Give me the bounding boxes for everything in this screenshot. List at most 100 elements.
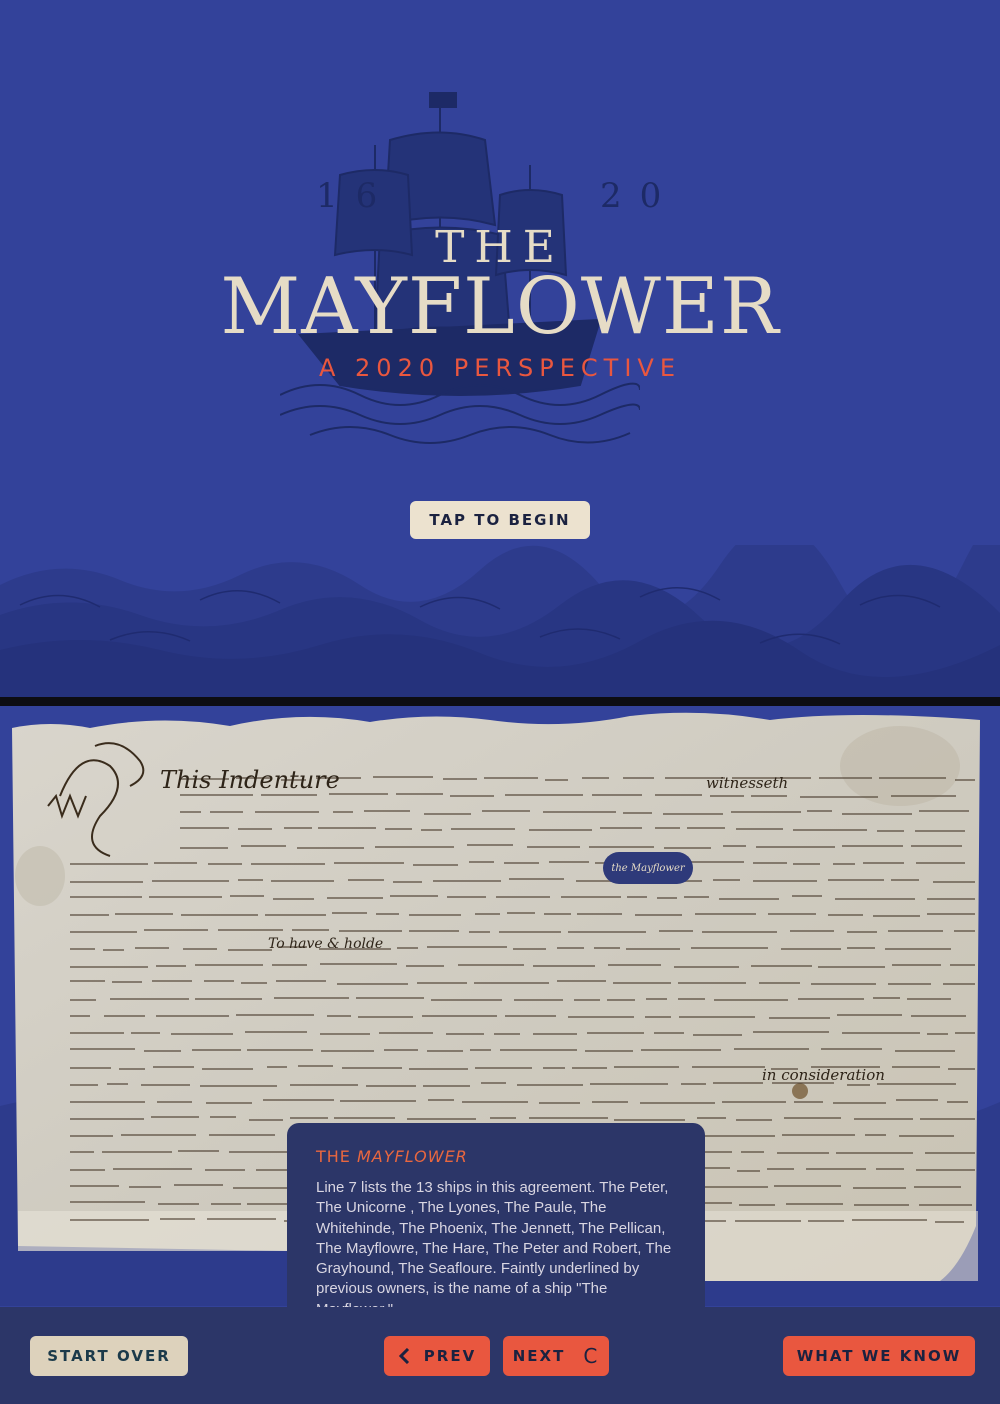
handwriting-stroke xyxy=(841,1031,921,1034)
handwriting-stroke xyxy=(152,1065,194,1068)
handwriting-stroke xyxy=(408,930,459,933)
handwriting-stroke xyxy=(131,1031,160,1034)
handwriting-stroke xyxy=(852,1186,906,1189)
handwriting-stroke xyxy=(70,1185,119,1188)
handwriting-stroke xyxy=(195,997,263,1000)
handwriting-stroke xyxy=(890,879,920,882)
handwriting-stroke xyxy=(614,1118,686,1121)
year-left: 16 xyxy=(316,176,396,216)
handwriting-stroke xyxy=(687,827,726,830)
handwriting-stroke xyxy=(625,948,680,951)
handwriting-stroke xyxy=(431,999,502,1002)
handwriting-stroke xyxy=(919,1203,973,1206)
handwriting-stroke xyxy=(947,1067,975,1070)
handwriting-stroke xyxy=(112,1168,192,1171)
handwriting-stroke xyxy=(907,997,952,1000)
handwriting-stroke xyxy=(755,845,836,848)
handwriting-stroke xyxy=(356,997,425,1000)
handwriting-stroke xyxy=(926,897,975,900)
info-body: Line 7 lists the 13 ships in this agreem… xyxy=(316,1179,672,1318)
document-screen: This Indenture witnesseth To have & hold… xyxy=(0,706,1000,1404)
handwriting-stroke xyxy=(920,1118,975,1121)
mayflower-hotspot[interactable]: the Mayflower xyxy=(603,852,693,884)
handwriting-stroke xyxy=(240,845,286,848)
handwriting-stroke xyxy=(270,879,334,882)
handwriting-stroke xyxy=(853,1118,914,1121)
handwriting-stroke xyxy=(915,829,966,832)
handwriting-stroke xyxy=(332,811,353,814)
handwriting-stroke xyxy=(474,1067,533,1070)
handwriting-stroke xyxy=(297,846,365,849)
handwriting-stroke xyxy=(144,929,209,932)
handwriting-stroke xyxy=(499,931,562,934)
handwriting-stroke xyxy=(70,1031,125,1034)
handwriting-stroke xyxy=(705,1201,732,1204)
next-button[interactable]: NEXT C xyxy=(503,1336,609,1376)
handwriting-stroke xyxy=(834,897,915,900)
handwriting-stroke xyxy=(852,1218,928,1221)
handwriting-stroke xyxy=(557,946,585,949)
handwriting-stroke xyxy=(266,1066,288,1069)
handwriting-stroke xyxy=(910,844,963,847)
handwriting-stroke xyxy=(693,1033,742,1036)
handwriting-stroke xyxy=(842,812,913,815)
handwriting-stroke xyxy=(684,895,710,898)
handwriting-stroke xyxy=(891,794,957,797)
chevron-left-icon xyxy=(398,1348,409,1364)
handwriting-stroke xyxy=(433,880,501,883)
handwriting-stroke xyxy=(180,794,254,797)
handwriting-stroke xyxy=(70,913,109,916)
handwriting-stroke xyxy=(927,1033,949,1036)
handwriting-stroke xyxy=(750,964,812,967)
handwriting-stroke xyxy=(321,1050,374,1053)
handwriting-stroke xyxy=(753,1031,830,1034)
handwriting-stroke xyxy=(247,1049,314,1052)
handwriting-stroke xyxy=(70,896,142,899)
handwriting-stroke xyxy=(194,964,263,967)
handwriting-stroke xyxy=(447,895,486,898)
tap-to-begin-button[interactable]: TAP TO BEGIN xyxy=(410,501,590,539)
handwriting-stroke xyxy=(612,981,671,984)
handwriting-stroke xyxy=(238,878,264,881)
handwriting-stroke xyxy=(326,896,384,899)
handwriting-stroke xyxy=(70,1150,95,1153)
handwriting-stroke xyxy=(70,1135,113,1138)
handwriting-stroke xyxy=(556,980,606,983)
what-we-know-button[interactable]: WHAT WE KNOW xyxy=(783,1336,975,1376)
handwriting-stroke xyxy=(545,778,569,781)
prev-button[interactable]: PREV xyxy=(384,1336,490,1376)
handwriting-stroke xyxy=(657,896,678,899)
handwriting-stroke xyxy=(543,1066,565,1069)
handwriting-stroke xyxy=(752,879,818,882)
handwriting-stroke xyxy=(678,982,746,985)
handwriting-stroke xyxy=(347,879,385,882)
handwriting-stroke xyxy=(210,1203,242,1206)
handwriting-stroke xyxy=(592,794,642,797)
handwriting-stroke xyxy=(503,862,539,865)
start-over-button[interactable]: START OVER xyxy=(30,1336,188,1376)
handwriting-stroke xyxy=(109,997,189,1000)
handwriting-stroke xyxy=(567,1016,634,1019)
handwriting-stroke xyxy=(872,997,901,1000)
handwriting-stroke xyxy=(568,931,646,934)
handwriting-stroke xyxy=(586,1031,645,1034)
handwriting-stroke xyxy=(409,913,462,916)
handwriting-stroke xyxy=(228,948,273,951)
handwriting-stroke xyxy=(209,1116,236,1119)
handwriting-stroke xyxy=(363,810,411,813)
handwriting-stroke xyxy=(705,1186,769,1189)
handwriting-stroke xyxy=(446,1033,484,1036)
start-over-label: START OVER xyxy=(47,1347,171,1365)
handwriting-stroke xyxy=(777,1151,829,1154)
handwriting-stroke xyxy=(103,1015,146,1018)
handwriting-stroke xyxy=(924,1152,975,1155)
handwriting-stroke xyxy=(241,981,268,984)
handwriting-stroke xyxy=(954,930,975,933)
handwriting-stroke xyxy=(679,1015,756,1018)
handwriting-stroke xyxy=(737,1169,761,1172)
handwriting-stroke xyxy=(468,861,494,864)
handwriting-stroke xyxy=(205,1169,246,1172)
handwriting-stroke xyxy=(607,999,636,1002)
handwriting-stroke xyxy=(758,981,801,984)
handwriting-stroke xyxy=(786,1203,844,1206)
